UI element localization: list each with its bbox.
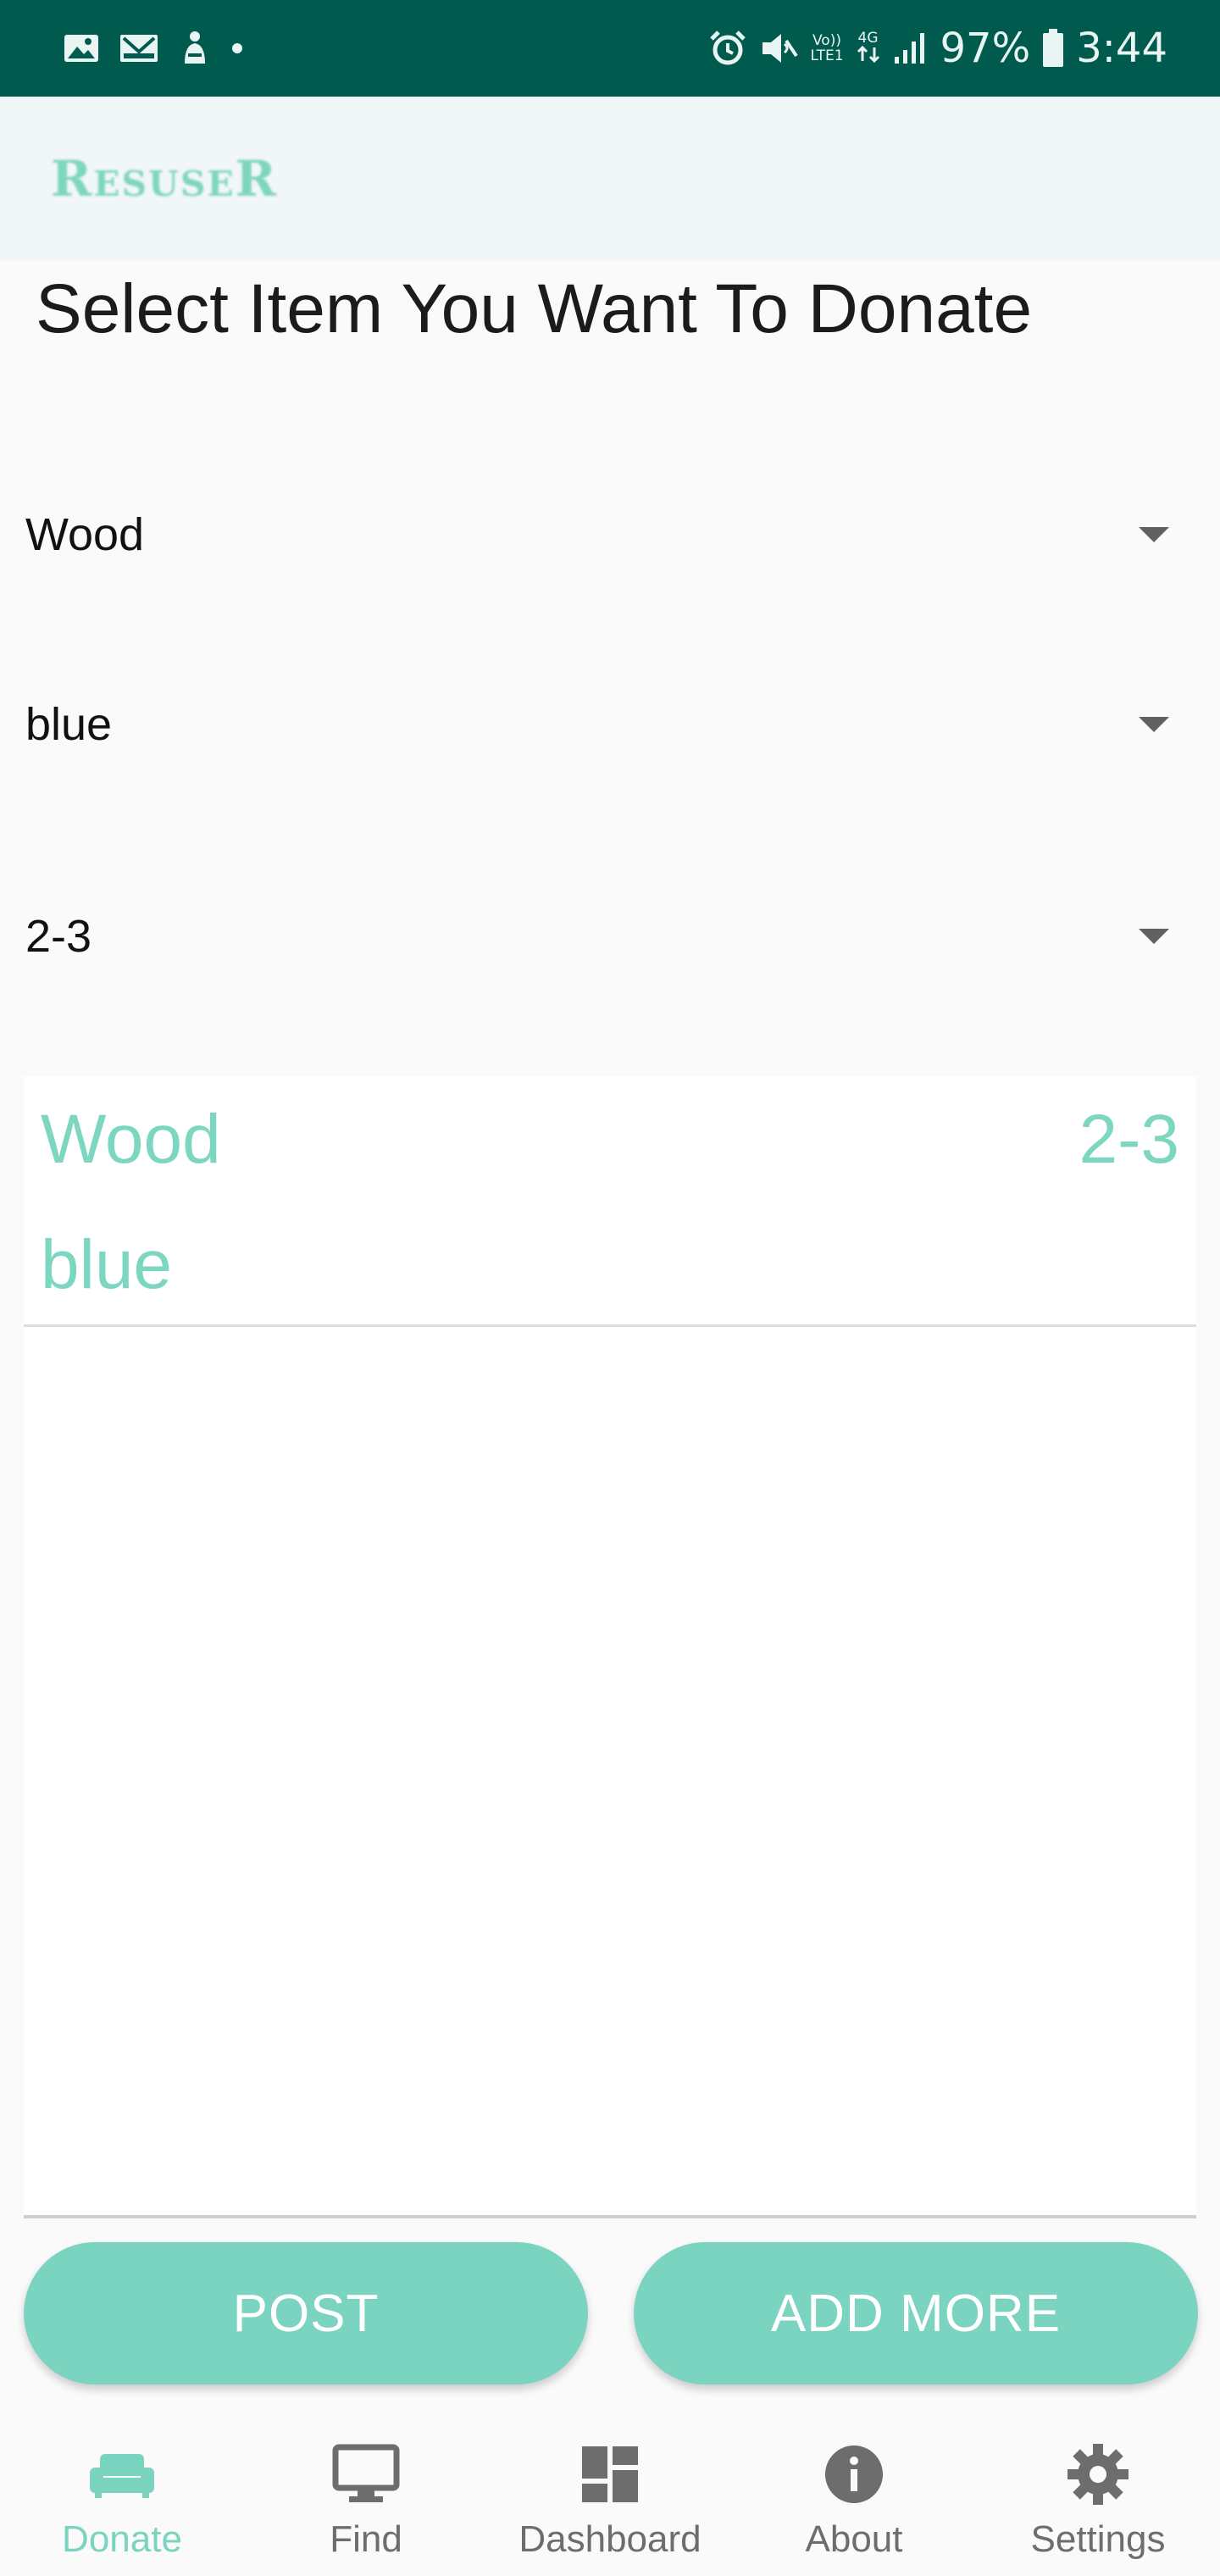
alarm-icon xyxy=(708,29,747,68)
chevron-down-icon xyxy=(1139,527,1169,542)
app-notification-icon xyxy=(178,30,212,67)
network-label: 4G xyxy=(857,30,879,47)
volte-label-top: Vo)) xyxy=(812,32,841,49)
nav-item-donate[interactable]: Donate xyxy=(0,2407,244,2576)
clock: 3:44 xyxy=(1076,25,1167,72)
nav-label-about: About xyxy=(805,2518,903,2560)
dashboard-icon xyxy=(574,2439,646,2510)
app-logo: ResuseR xyxy=(51,150,278,208)
post-button[interactable]: POST xyxy=(24,2242,588,2384)
list-item[interactable]: Wood 2-3 blue xyxy=(24,1076,1196,1327)
battery-icon xyxy=(1042,29,1064,68)
nav-item-about[interactable]: About xyxy=(732,2407,976,2576)
more-notifications-dot-icon xyxy=(230,42,244,55)
item-color: blue xyxy=(41,1226,173,1303)
color-dropdown[interactable]: blue xyxy=(0,678,1220,771)
nav-item-find[interactable]: Find xyxy=(244,2407,488,2576)
signal-icon xyxy=(893,31,929,65)
nav-item-dashboard[interactable]: Dashboard xyxy=(488,2407,732,2576)
battery-percent: 97% xyxy=(940,25,1031,72)
nav-item-settings[interactable]: Settings xyxy=(976,2407,1220,2576)
gallery-icon xyxy=(63,31,100,65)
monitor-icon xyxy=(330,2439,402,2510)
system-status: Vo)) LTE1 4G 97% 3:44 xyxy=(696,25,1167,72)
item-name: Wood xyxy=(41,1101,221,1178)
add-more-button[interactable]: ADD MORE xyxy=(634,2242,1198,2384)
material-dropdown[interactable]: Wood xyxy=(0,488,1220,581)
nav-label-donate: Donate xyxy=(62,2518,182,2560)
item-size: 2-3 xyxy=(1079,1101,1179,1178)
quantity-dropdown-value: 2-3 xyxy=(25,911,92,962)
nav-label-settings: Settings xyxy=(1030,2518,1166,2560)
info-icon xyxy=(818,2439,890,2510)
sofa-icon xyxy=(86,2439,158,2510)
quantity-dropdown[interactable]: 2-3 xyxy=(0,890,1220,983)
material-dropdown-value: Wood xyxy=(25,509,145,560)
color-dropdown-value: blue xyxy=(25,699,113,750)
volte-icon: Vo)) LTE1 xyxy=(810,33,843,64)
notification-icons xyxy=(63,30,263,67)
chevron-down-icon xyxy=(1139,929,1169,944)
network-4g-icon: 4G xyxy=(856,31,881,66)
mail-icon xyxy=(119,31,159,65)
volte-label-bottom: LTE1 xyxy=(810,47,844,64)
gear-icon xyxy=(1062,2439,1134,2510)
donation-items-list[interactable]: Wood 2-3 blue xyxy=(24,1076,1196,2218)
status-bar: Vo)) LTE1 4G 97% 3:44 xyxy=(0,0,1220,97)
mute-icon xyxy=(759,29,799,68)
nav-label-dashboard: Dashboard xyxy=(518,2518,702,2560)
nav-label-find: Find xyxy=(330,2518,402,2560)
app-bar: ResuseR xyxy=(0,97,1220,261)
bottom-navigation: Donate Find Dashboard About Settings xyxy=(0,2407,1220,2576)
page-title: Select Item You Want To Donate xyxy=(36,270,1033,347)
chevron-down-icon xyxy=(1139,717,1169,732)
